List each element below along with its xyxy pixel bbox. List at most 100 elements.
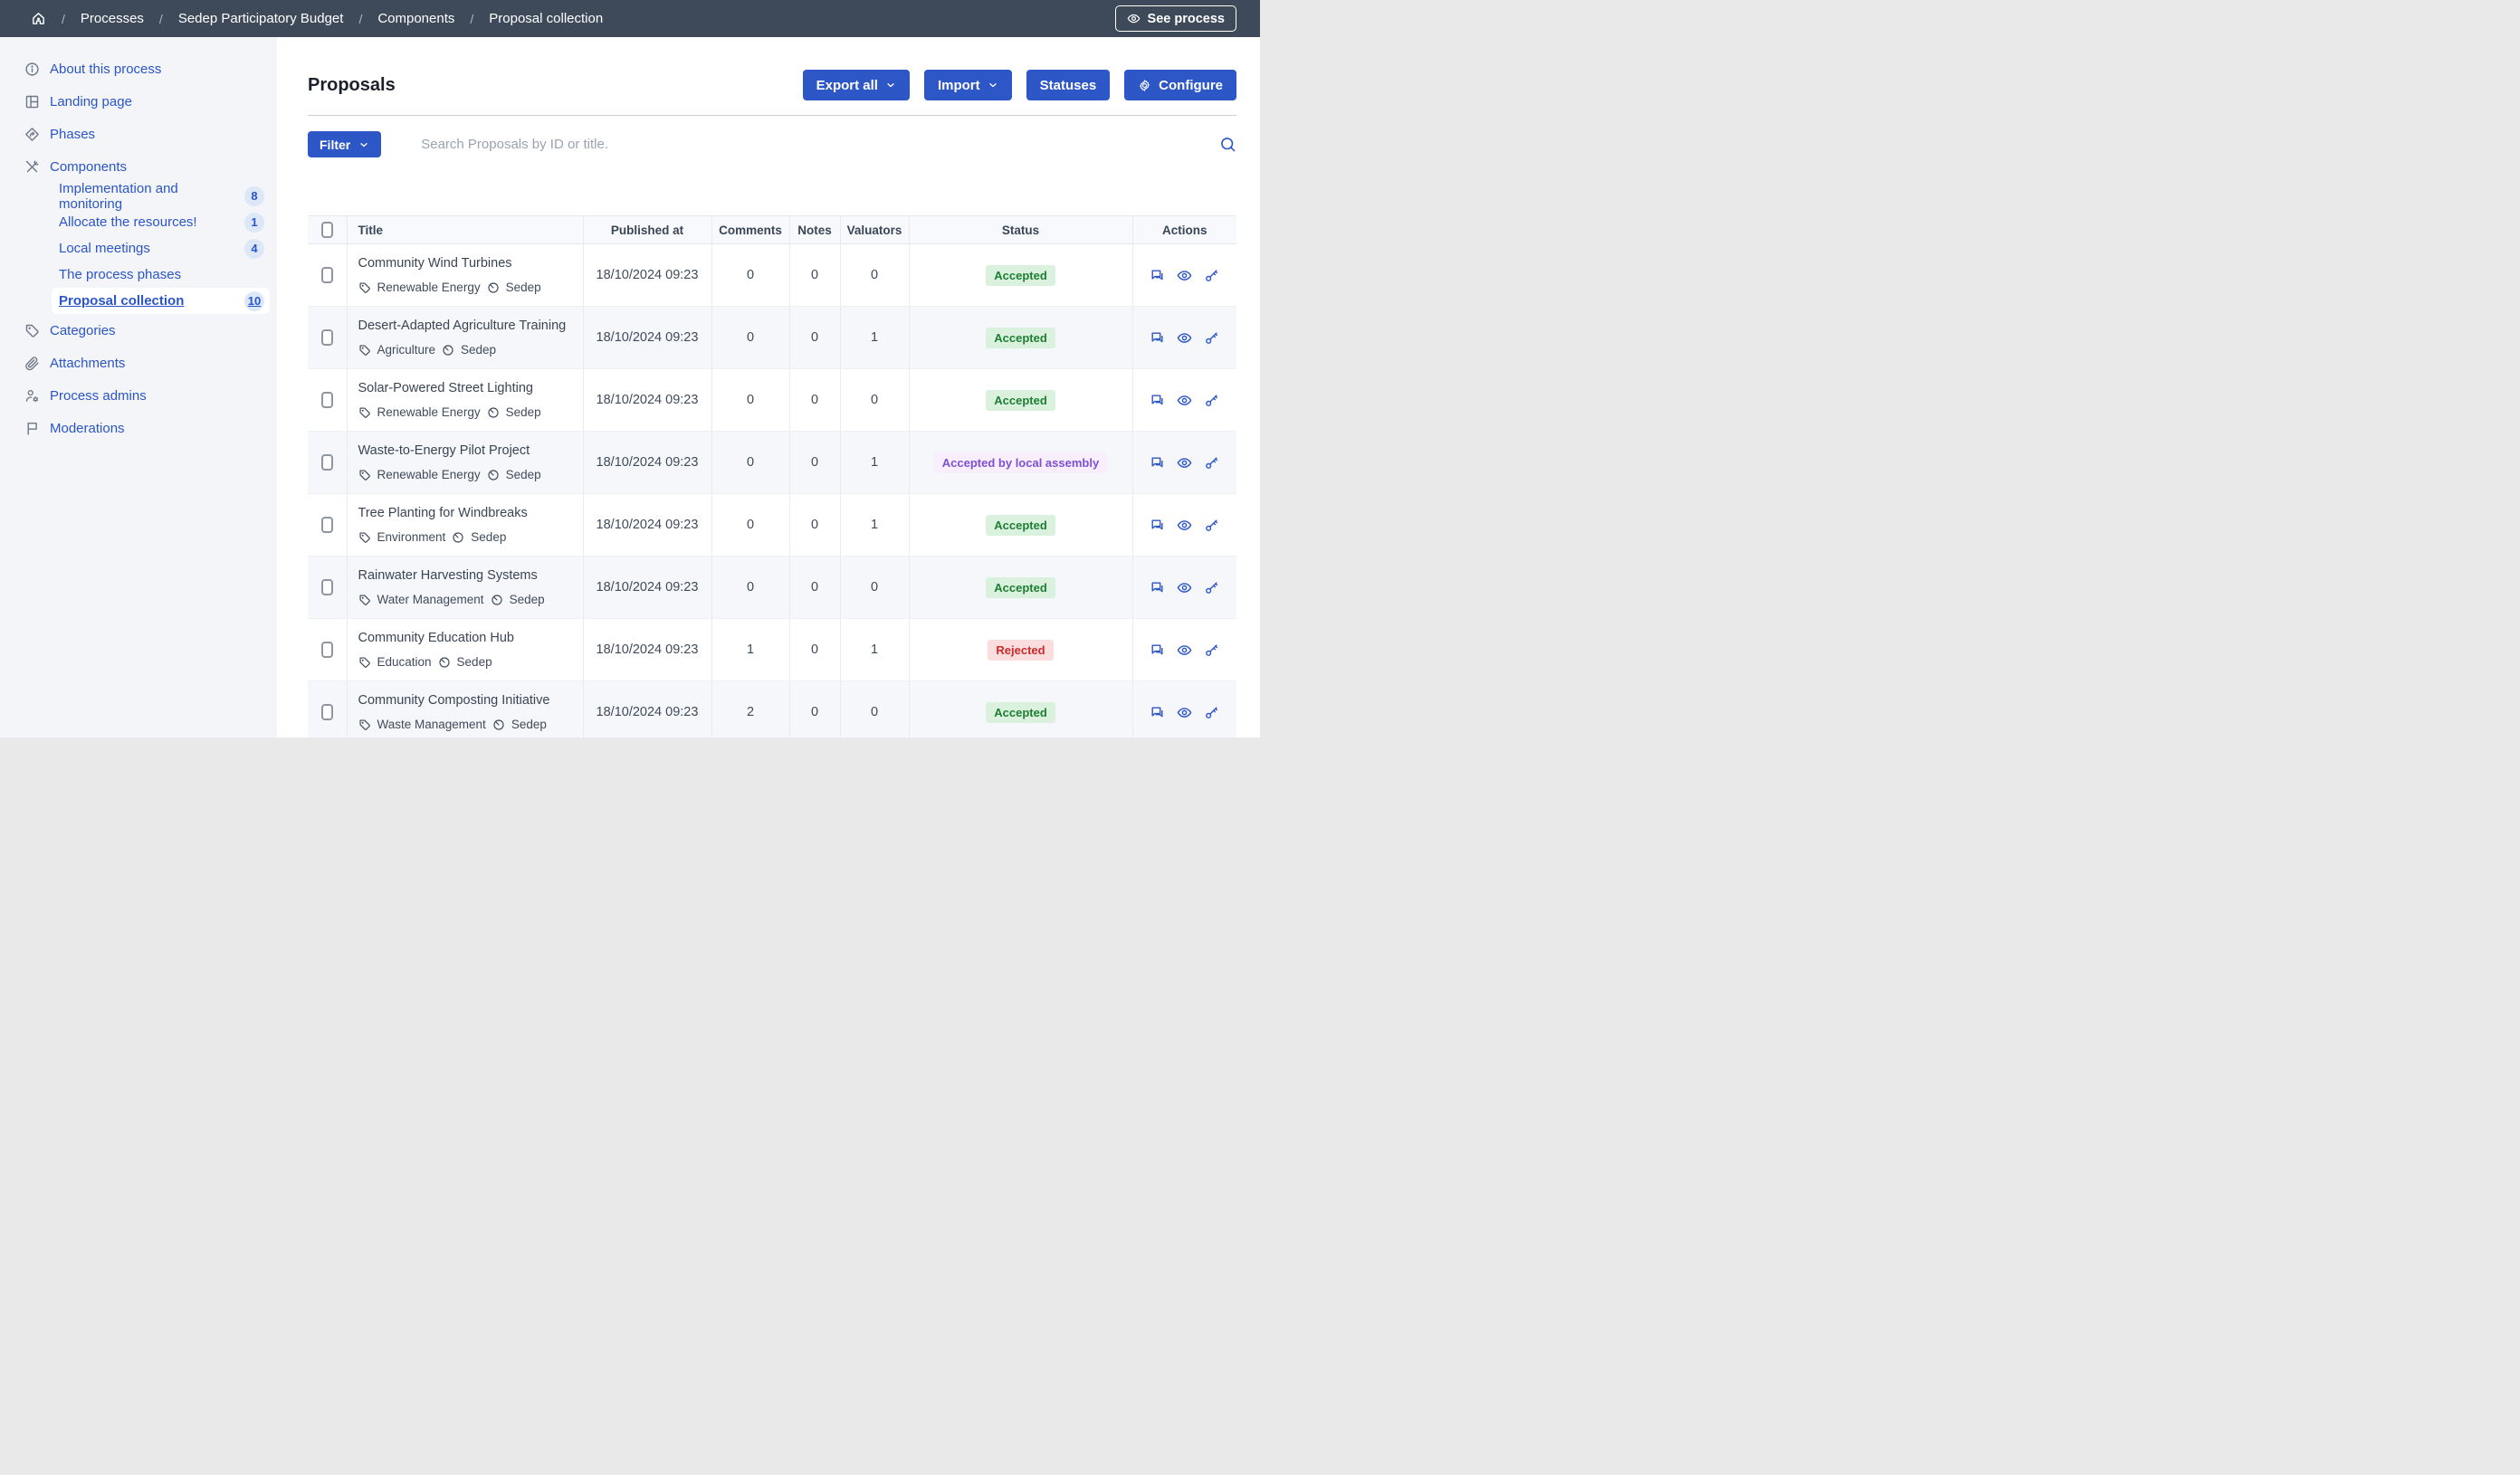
key-icon[interactable] (1204, 518, 1219, 533)
proposal-scope: Sedep (506, 405, 541, 419)
valuators-count: 1 (840, 432, 909, 494)
row-checkbox[interactable] (321, 454, 333, 471)
row-checkbox[interactable] (321, 392, 333, 408)
header-divider (308, 115, 1236, 116)
sidebar-item-label: Implementation and monitoring (59, 181, 244, 212)
table-row: Desert-Adapted Agriculture Training Agri… (308, 307, 1236, 369)
home-icon[interactable] (31, 11, 46, 26)
sidebar-item-the-process-phases[interactable]: The process phases (52, 262, 270, 288)
sidebar-item-attachments[interactable]: Attachments (0, 347, 277, 379)
statuses-label: Statuses (1040, 78, 1097, 93)
sidebar-item-phases[interactable]: Phases (0, 118, 277, 150)
discussion-icon[interactable] (1150, 268, 1165, 283)
sidebar-item-local-meetings[interactable]: Local meetings 4 (52, 235, 270, 262)
status-badge: Accepted (986, 515, 1055, 536)
import-button[interactable]: Import (924, 70, 1012, 100)
row-select-cell (308, 619, 347, 681)
key-icon[interactable] (1204, 268, 1219, 283)
table-row: Rainwater Harvesting Systems Water Manag… (308, 557, 1236, 619)
tag-icon (24, 323, 40, 338)
row-select-cell (308, 432, 347, 494)
eye-icon[interactable] (1177, 393, 1192, 408)
search-input[interactable] (419, 136, 1212, 153)
proposal-scope: Sedep (506, 468, 541, 481)
eye-icon[interactable] (1177, 330, 1192, 346)
sidebar-item-about-this-process[interactable]: About this process (0, 52, 277, 85)
key-icon[interactable] (1204, 393, 1219, 408)
statuses-button[interactable]: Statuses (1026, 70, 1111, 100)
page-header: Proposals Export all Import Statuses (308, 70, 1236, 100)
key-icon[interactable] (1204, 705, 1219, 720)
breadcrumb-process-name[interactable]: Sedep Participatory Budget (178, 11, 344, 26)
published-at-cell: 18/10/2024 09:23 (583, 244, 711, 307)
published-at-cell: 18/10/2024 09:23 (583, 369, 711, 432)
sidebar-item-categories[interactable]: Categories (0, 314, 277, 347)
eye-icon[interactable] (1177, 705, 1192, 720)
sidebar-item-allocate-the-resources[interactable]: Allocate the resources! 1 (52, 209, 270, 235)
eye-icon[interactable] (1177, 642, 1192, 658)
row-checkbox[interactable] (321, 704, 333, 720)
sidebar-item-implementation-and-monitoring[interactable]: Implementation and monitoring 8 (52, 183, 270, 209)
sidebar-item-proposal-collection[interactable]: Proposal collection 10 (52, 288, 270, 314)
sidebar-item-label: The process phases (59, 267, 181, 282)
breadcrumb-processes[interactable]: Processes (81, 11, 144, 26)
sidebar-item-moderations[interactable]: Moderations (0, 412, 277, 444)
count-badge: 8 (244, 186, 264, 206)
discussion-icon[interactable] (1150, 580, 1165, 595)
breadcrumb-separator: / (358, 12, 362, 26)
row-checkbox[interactable] (321, 329, 333, 346)
discussion-icon[interactable] (1150, 330, 1165, 346)
published-at-cell: 18/10/2024 09:23 (583, 432, 711, 494)
search-icon[interactable] (1219, 136, 1236, 153)
comments-count: 1 (711, 619, 789, 681)
proposal-scope: Sedep (511, 718, 547, 731)
count-badge: 4 (244, 239, 264, 259)
filter-button[interactable]: Filter (308, 131, 381, 157)
tag-icon (358, 594, 371, 606)
discussion-icon[interactable] (1150, 705, 1165, 720)
chevron-down-icon (358, 139, 369, 150)
breadcrumb-proposal-collection[interactable]: Proposal collection (489, 11, 603, 26)
row-checkbox[interactable] (321, 642, 333, 658)
table-row: Community Wind Turbines Renewable Energy… (308, 244, 1236, 307)
comments-count: 0 (711, 494, 789, 557)
key-icon[interactable] (1204, 580, 1219, 595)
tag-icon (358, 281, 371, 294)
sidebar-item-components[interactable]: Components (0, 150, 277, 183)
proposal-scope: Sedep (510, 593, 545, 606)
key-icon[interactable] (1204, 330, 1219, 346)
key-icon[interactable] (1204, 455, 1219, 471)
row-checkbox[interactable] (321, 517, 333, 533)
scope-icon (452, 531, 464, 544)
eye-icon[interactable] (1177, 518, 1192, 533)
row-title-cell: Solar-Powered Street Lighting Renewable … (347, 369, 583, 432)
discussion-icon[interactable] (1150, 455, 1165, 471)
eye-icon[interactable] (1177, 268, 1192, 283)
sidebar-item-landing-page[interactable]: Landing page (0, 85, 277, 118)
notes-count: 0 (789, 432, 840, 494)
status-badge: Rejected (988, 640, 1053, 661)
discussion-icon[interactable] (1150, 642, 1165, 658)
discussion-icon[interactable] (1150, 393, 1165, 408)
breadcrumb-components[interactable]: Components (377, 11, 454, 26)
column-header-actions: Actions (1132, 216, 1236, 244)
valuators-count: 0 (840, 557, 909, 619)
sidebar-item-process-admins[interactable]: Process admins (0, 379, 277, 412)
see-process-button[interactable]: See process (1115, 5, 1236, 32)
topbar: / Processes / Sedep Participatory Budget… (0, 0, 1260, 37)
row-select-cell (308, 244, 347, 307)
sidebar-item-label: Landing page (50, 94, 132, 109)
proposal-title: Waste-to-Energy Pilot Project (358, 443, 576, 458)
table-row: Solar-Powered Street Lighting Renewable … (308, 369, 1236, 432)
select-all-checkbox[interactable] (321, 222, 333, 238)
row-checkbox[interactable] (321, 267, 333, 283)
row-title-cell: Community Composting Initiative Waste Ma… (347, 681, 583, 738)
discussion-icon[interactable] (1150, 518, 1165, 533)
key-icon[interactable] (1204, 642, 1219, 658)
user-gear-icon (24, 388, 40, 404)
eye-icon[interactable] (1177, 580, 1192, 595)
export-all-button[interactable]: Export all (803, 70, 910, 100)
configure-button[interactable]: Configure (1124, 70, 1236, 100)
row-checkbox[interactable] (321, 579, 333, 595)
eye-icon[interactable] (1177, 455, 1192, 471)
